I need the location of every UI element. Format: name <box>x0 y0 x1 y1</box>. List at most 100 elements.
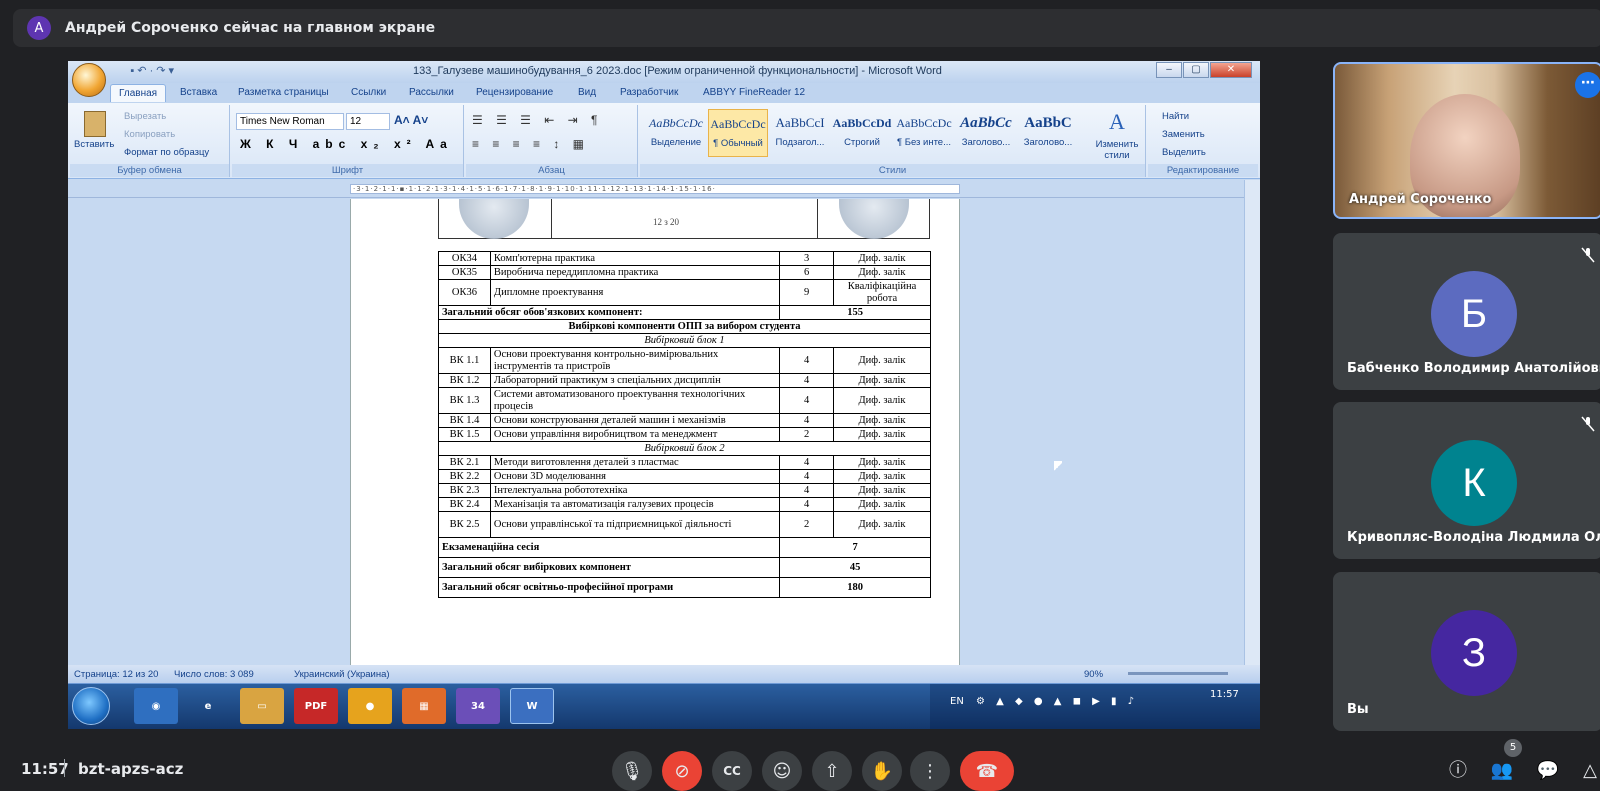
word-titlebar: ▪ ↶ · ↷ ▾ 133_Галузеве машинобудування_6… <box>68 61 1260 83</box>
explorer-icon[interactable]: ▭ <box>240 688 284 724</box>
total-elective-value: 45 <box>779 557 931 578</box>
meeting-info-icon[interactable]: ⓘ <box>1446 759 1470 783</box>
participant-tile-self[interactable]: З Вы <box>1333 572 1600 731</box>
cut-button[interactable]: Вырезать <box>124 111 166 122</box>
course-name: Основи проектування контрольно-вимірювал… <box>489 347 781 374</box>
more-options-button[interactable]: ⋮ <box>910 751 950 791</box>
course-credits: 6 <box>779 265 835 280</box>
participant-tile-2[interactable]: Б Бабченко Володимир Анатолійович <box>1333 233 1600 390</box>
captions-icon: CC <box>723 764 741 778</box>
tab-mailings[interactable]: Рассылки <box>409 87 454 98</box>
course-assessment: Диф. залік <box>833 387 931 414</box>
leave-call-button[interactable]: ☎ <box>960 751 1014 791</box>
language-indicator[interactable]: Украинский (Украина) <box>294 669 390 680</box>
reactions-button[interactable]: ☺ <box>762 751 802 791</box>
participant-name: Кривопляс-Володіна Людмила Оле... <box>1347 530 1600 545</box>
taskbar-app-1[interactable]: ◉ <box>134 688 178 724</box>
font-size-select[interactable]: 12 <box>346 113 390 130</box>
minimize-button[interactable]: – <box>1156 62 1182 78</box>
style-sample: AaBbCcDc <box>710 117 766 131</box>
mouse-cursor-icon <box>1054 461 1062 473</box>
participant-name: Андрей Сороченко <box>1349 192 1492 207</box>
university-seal-left <box>459 199 529 239</box>
style-strong[interactable]: AaBbCcDd Строгий <box>832 109 892 157</box>
style-heading1[interactable]: AaBbCc Заголово... <box>956 109 1016 157</box>
style-normal[interactable]: AaBbCcDc ¶ Обычный <box>708 109 768 157</box>
ie-icon[interactable]: e <box>186 688 230 724</box>
participant-tile-1[interactable]: ⋯ Андрей Сороченко <box>1333 62 1600 219</box>
change-styles-icon[interactable]: A <box>1092 109 1142 135</box>
mic-button[interactable]: 🎙 <box>612 751 652 791</box>
windows-taskbar: ◉ e ▭ PDF ● ▦ 34 W EN ⚙ ▲ ◆ ● ▲ ◼ ▶ ▮ ♪ … <box>68 683 1260 729</box>
styles-group: AaBbCcDc Выделение AaBbCcDc ¶ Обычный AaBb… <box>640 105 1146 177</box>
tab-abbyy[interactable]: ABBYY FineReader 12 <box>703 87 805 98</box>
office-button[interactable] <box>72 63 106 97</box>
word-icon[interactable]: W <box>510 688 554 724</box>
course-assessment: Кваліфікаційна робота <box>833 279 931 306</box>
ribbon: Вставить Вырезать Копировать Формат по о… <box>68 103 1260 179</box>
page-count[interactable]: Страница: 12 из 20 <box>74 669 158 680</box>
copy-button[interactable]: Копировать <box>124 129 175 140</box>
course-assessment: Диф. залік <box>833 497 931 512</box>
chat-icon[interactable]: 💬 <box>1536 759 1560 783</box>
style-sample: AaBbCcI <box>775 115 825 130</box>
pdf-icon[interactable]: PDF <box>294 688 338 724</box>
viber-icon[interactable]: 34 <box>456 688 500 724</box>
style-sample: AaBbC <box>1024 115 1072 131</box>
document-page[interactable]: 12 з 20 ОК34 Комп'ютерна практика 3 Диф. за… <box>350 199 960 665</box>
restore-button[interactable]: ▢ <box>1183 62 1209 78</box>
people-icon[interactable]: 👥 <box>1490 759 1514 783</box>
tab-references[interactable]: Ссылки <box>351 87 386 98</box>
style-heading2[interactable]: AaBbC Заголово... <box>1018 109 1078 157</box>
tab-view[interactable]: Вид <box>578 87 596 98</box>
participant-avatar: З <box>1431 610 1517 696</box>
horizontal-ruler[interactable]: ·3·1·2·1·1·▪·1·1·2·1·3·1·4·1·5·1·6·1·7·1… <box>68 180 1260 198</box>
taskbar-app-6[interactable]: ▦ <box>402 688 446 724</box>
window-controls: – ▢ ✕ <box>1156 62 1252 78</box>
paste-icon[interactable] <box>84 111 106 137</box>
style-subtitle[interactable]: AaBbCcI Подзагол... <box>770 109 830 157</box>
tab-home[interactable]: Главная <box>110 84 167 102</box>
grow-font-button[interactable]: A˄ A˅ <box>394 113 428 127</box>
word-count[interactable]: Число слов: 3 089 <box>174 669 254 680</box>
vertical-scrollbar[interactable] <box>1244 180 1260 665</box>
align-buttons[interactable]: ≡ ≡ ≡ ≡ ↕ ▦ <box>472 137 589 151</box>
tab-page-layout[interactable]: Разметка страницы <box>238 87 329 98</box>
meeting-toolbar: 11:57 bzt-apzs-acz 🎙 ⊘ CC ☺ ⇧ ✋ ⋮ ☎ ⓘ 👥 … <box>0 737 1600 791</box>
course-code: ОК36 <box>438 279 491 306</box>
tray-lang[interactable]: EN <box>950 696 964 707</box>
activities-icon[interactable]: △ <box>1578 759 1600 783</box>
list-buttons[interactable]: ☰ ☰ ☰ ⇤ ⇥ ¶ <box>472 113 603 127</box>
style-emphasis[interactable]: AaBbCcDc Выделение <box>646 109 706 157</box>
course-credits: 4 <box>779 347 835 374</box>
tab-insert[interactable]: Вставка <box>180 87 217 98</box>
browser-icon[interactable]: ● <box>348 688 392 724</box>
select-button[interactable]: Выделить <box>1162 147 1206 158</box>
course-code: ВК 2.3 <box>438 483 491 498</box>
tab-review[interactable]: Рецензирование <box>476 87 553 98</box>
more-options-icon[interactable]: ⋯ <box>1575 72 1600 98</box>
tray-icons[interactable]: ⚙ ▲ ◆ ● ▲ ◼ ▶ ▮ ♪ <box>976 696 1138 707</box>
quick-access-toolbar[interactable]: ▪ ↶ · ↷ ▾ <box>112 64 174 77</box>
close-button[interactable]: ✕ <box>1210 62 1252 78</box>
font-name-select[interactable]: Times New Roman <box>236 113 344 130</box>
course-name: Лабораторний практикум з спеціальних дис… <box>489 373 781 388</box>
start-button[interactable] <box>72 687 110 725</box>
paste-button[interactable]: Вставить <box>74 139 114 150</box>
present-button[interactable]: ⇧ <box>812 751 852 791</box>
replace-button[interactable]: Заменить <box>1162 129 1205 140</box>
style-no-spacing[interactable]: AaBbCcDc ¶ Без инте... <box>894 109 954 157</box>
find-button[interactable]: Найти <box>1162 111 1189 122</box>
zoom-slider[interactable] <box>1128 672 1228 675</box>
course-code: ВК 1.2 <box>438 373 491 388</box>
tab-developer[interactable]: Разработчик <box>620 87 678 98</box>
tray-time[interactable]: 11:57 <box>1210 689 1239 700</box>
camera-button[interactable]: ⊘ <box>662 751 702 791</box>
font-format-buttons[interactable]: Ж К Ч abc x₂ x² Aa <box>240 137 453 151</box>
format-painter-button[interactable]: Формат по образцу <box>124 147 209 158</box>
captions-button[interactable]: CC <box>712 751 752 791</box>
change-styles-button[interactable]: Изменить стили <box>1090 139 1144 161</box>
zoom-level[interactable]: 90% <box>1084 669 1103 680</box>
participant-tile-3[interactable]: К Кривопляс-Володіна Людмила Оле... <box>1333 402 1600 559</box>
raise-hand-button[interactable]: ✋ <box>862 751 902 791</box>
